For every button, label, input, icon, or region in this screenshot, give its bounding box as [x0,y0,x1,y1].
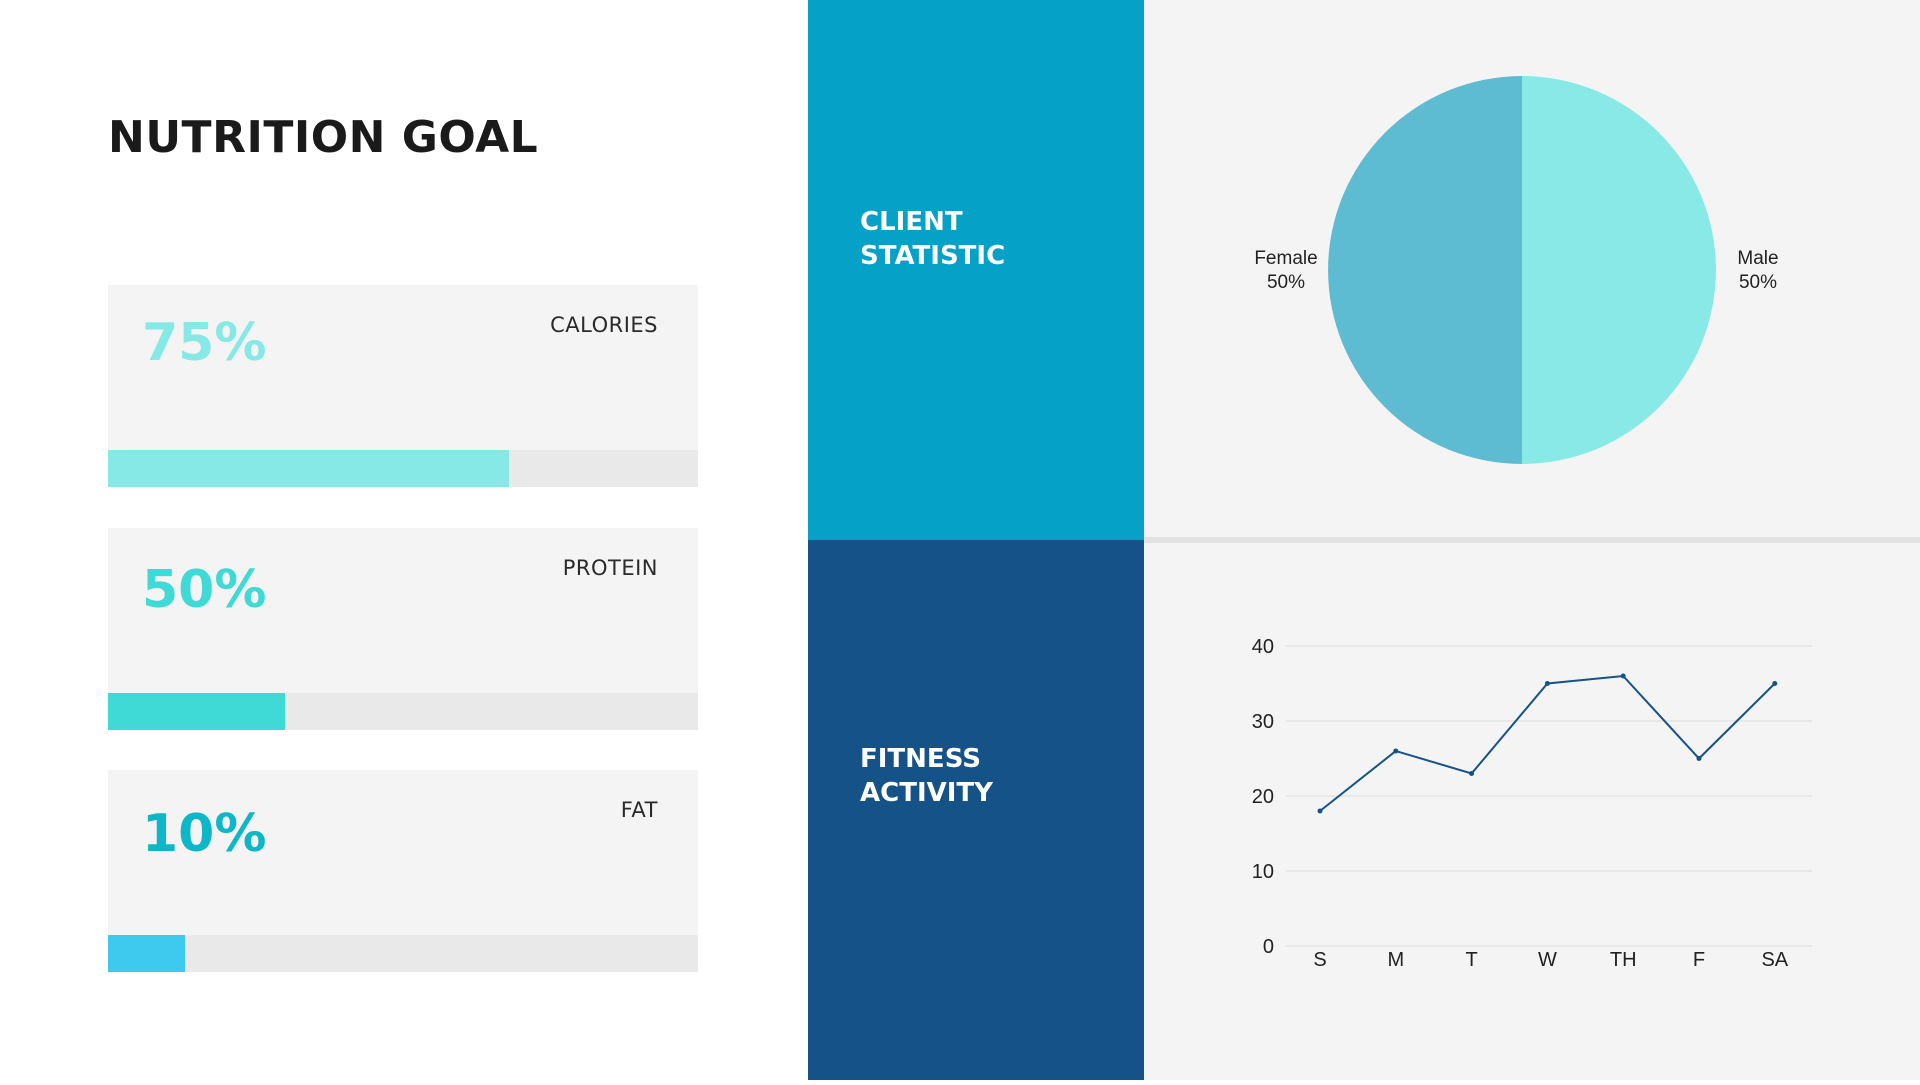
pie-label: Male [1737,248,1778,269]
pie-slice-female [1328,76,1522,464]
fitness-activity-panel: FITNESS ACTIVITY [808,540,1144,1080]
progress-track [108,450,698,487]
client-statistic-panel: CLIENT STATISTIC [808,0,1144,540]
goal-label: FAT [620,798,658,822]
data-point [1544,681,1550,686]
page-title: NUTRITION GOAL [108,112,539,163]
y-tick-label: 30 [1252,711,1274,733]
y-tick-label: 10 [1252,861,1274,883]
progress-fill [108,450,510,487]
x-tick-label: F [1693,949,1705,971]
data-point [1469,771,1475,776]
pie-value-label: 50% [1739,272,1777,293]
panel-title: CLIENT STATISTIC [860,207,1006,271]
data-point [1620,673,1626,679]
x-tick-label: W [1538,949,1557,971]
x-tick-label: M [1387,949,1404,971]
pie-value-label: 50% [1267,272,1305,293]
x-tick-label: S [1313,949,1326,971]
line-chart: 0 10 20 30 40 S M T W TH F SA [1252,636,1812,971]
goal-card-protein: 50% PROTEIN [108,528,698,730]
x-tick-label: T [1465,949,1477,971]
data-point [1317,808,1323,814]
pie-chart-area: Male 50% Female 50% [1144,0,1920,540]
series-line [1319,674,1776,812]
progress-fill [108,693,285,730]
progress-track [108,693,698,730]
data-point [1772,681,1778,686]
y-tick-label: 0 [1263,936,1274,958]
progress-fill [108,935,185,972]
y-tick-label: 40 [1252,636,1274,658]
goal-card-calories: 75% CALORIES [108,285,698,487]
pie-label: Female [1254,248,1317,269]
line-chart-area: 0 10 20 30 40 S M T W TH F SA [1144,543,1920,1080]
progress-track [108,935,698,972]
y-tick-label: 20 [1252,786,1274,808]
nutrition-section: NUTRITION GOAL 75% CALORIES 50% PROTEIN … [0,0,808,1080]
goal-label: CALORIES [550,313,658,337]
goal-percent: 50% [142,560,267,620]
x-tick-label: SA [1761,949,1788,971]
goal-card-fat: 10% FAT [108,770,698,972]
data-point [1696,756,1702,761]
goal-percent: 10% [142,804,267,864]
panel-title: FITNESS ACTIVITY [860,744,993,808]
pie-chart: Male 50% Female 50% [1254,76,1779,464]
pie-slice-male [1522,76,1716,464]
x-tick-label: TH [1610,949,1637,971]
data-point [1393,748,1399,754]
goal-percent: 75% [142,313,267,373]
goal-label: PROTEIN [562,556,658,580]
